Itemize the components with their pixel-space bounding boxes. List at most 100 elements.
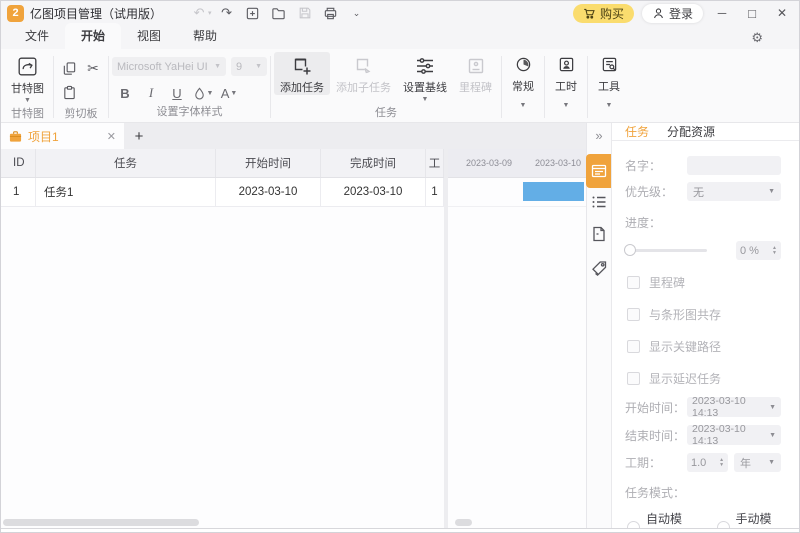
underline-button[interactable]: U [166,84,188,102]
tools-button[interactable]: 工具 ▼ [591,52,627,122]
login-label: 登录 [669,5,693,22]
ribbon-separator [270,56,271,118]
add-task-button[interactable]: 添加任务 [274,52,330,95]
copy-icon [62,61,77,76]
customize-toolbar-button[interactable]: ⌄ [346,4,368,22]
coexist-checkbox[interactable] [627,308,640,321]
critical-path-checkbox[interactable] [627,340,640,353]
italic-button[interactable]: I [140,84,162,102]
delayed-task-checkbox-row: 显示延迟任务 [625,370,781,387]
header-task[interactable]: 任务 [36,149,216,177]
header-id[interactable]: ID [1,149,36,177]
gantt-date-1: 2023-03-09 [448,149,517,177]
minimize-button[interactable]: ─ [711,6,733,20]
cell-finish[interactable]: 2023-03-10 [321,178,426,206]
duration-stepper[interactable]: 1.0 ▲▼ [687,453,728,472]
gantt-task-bar[interactable] [523,182,584,201]
priority-select[interactable]: 无 ▼ [687,182,781,201]
side-icon-strip: » [586,123,611,533]
gantt-chart-button[interactable]: 甘特图 ▼ [5,52,50,104]
cell-task[interactable]: 任务1 [36,178,216,206]
cell-id[interactable]: 1 [1,178,36,206]
work-hours-button[interactable]: 工时 ▼ [548,52,584,122]
tab-task[interactable]: 任务 [625,123,649,140]
priority-caret-icon: ▼ [768,188,775,195]
font-color-button[interactable]: A ▼ [218,84,240,102]
buy-button[interactable]: 购买 [573,4,634,23]
table-row[interactable]: 1 任务1 2023-03-10 2023-03-10 1 [1,178,444,207]
duration-value: 1.0 [691,457,706,469]
quick-access-toolbar: ↶▾ ↷ ⌄ [188,4,368,22]
document-tab[interactable]: 项目1 ✕ [1,123,124,149]
menu-file[interactable]: 文件 [9,23,65,49]
cut-button[interactable]: ✂ [82,58,104,78]
redo-button[interactable]: ↷ [216,4,238,22]
header-start[interactable]: 开始时间 [216,149,321,177]
delayed-task-checkbox[interactable] [627,372,640,385]
work-hours-icon [558,56,575,73]
start-time-caret-icon: ▼ [769,404,776,411]
bold-button[interactable]: B [114,84,136,102]
set-baseline-button[interactable]: 设置基线 ▼ [397,52,453,103]
save-icon [298,6,312,20]
add-subtask-label: 添加子任务 [336,79,391,95]
progress-slider-thumb[interactable] [624,244,636,256]
table-horizontal-scrollbar[interactable] [3,519,199,526]
paste-button[interactable] [58,82,80,102]
critical-path-checkbox-row: 显示关键路径 [625,338,781,355]
menu-home[interactable]: 开始 [65,23,121,49]
settings-gear-icon[interactable]: ⚙ [751,30,763,46]
cell-duration[interactable]: 1 [426,178,444,206]
end-time-select[interactable]: 2023-03-10 14:13 ▼ [687,425,781,445]
milestone-checkbox-row: 里程碑 [625,274,781,291]
tab-assign-resources[interactable]: 分配资源 [667,123,715,140]
properties-tabs: 任务 分配资源 [612,123,799,141]
header-duration[interactable]: 工 [426,149,444,177]
progress-slider[interactable] [629,249,707,252]
progress-spinner-icons[interactable]: ▲▼ [772,246,777,255]
menu-view[interactable]: 视图 [121,23,177,49]
print-button[interactable] [320,4,342,22]
general-button[interactable]: 常规 ▼ [505,52,541,122]
gantt-group-label: 甘特图 [5,104,50,124]
duration-unit-select[interactable]: 年 ▼ [734,453,781,472]
name-input[interactable] [687,156,781,175]
collapse-panel-button[interactable]: » [587,128,611,143]
copy-button[interactable] [58,58,80,78]
progress-stepper[interactable]: 0 % ▲▼ [736,241,781,260]
gantt-horizontal-scrollbar[interactable] [455,519,472,526]
open-file-button[interactable] [268,4,290,22]
person-icon [652,7,665,20]
font-family-select[interactable]: Microsoft YaHei UI ▼ [112,57,226,76]
font-size-select[interactable]: 9 ▼ [231,57,267,76]
duration-spinner-icons[interactable]: ▲▼ [719,458,724,467]
notes-panel-button[interactable] [587,226,611,242]
maximize-button[interactable]: □ [741,6,763,21]
undo-caret-icon: ▾ [208,9,212,17]
outline-panel-button[interactable] [587,194,611,210]
new-document-button[interactable] [242,4,264,22]
fill-color-button[interactable]: ▼ [192,84,214,102]
start-time-select[interactable]: 2023-03-10 14:13 ▼ [687,397,781,417]
title-bar: 2 亿图项目管理（试用版） ↶▾ ↷ ⌄ 购买 [1,1,799,25]
tab-close-icon[interactable]: ✕ [107,130,116,143]
clipboard-icon [62,85,77,100]
new-tab-button[interactable]: + [124,123,154,149]
add-subtask-button[interactable]: 添加子任务 [330,52,397,95]
undo-button[interactable]: ↶▾ [188,4,212,22]
milestone-button[interactable]: 里程碑 [453,52,498,95]
start-time-value: 2023-03-10 14:13 [692,395,769,419]
close-button[interactable]: ✕ [771,6,793,20]
milestone-label: 里程碑 [459,79,492,95]
tag-panel-button[interactable] [587,260,611,277]
login-button[interactable]: 登录 [642,4,703,23]
save-button[interactable] [294,4,316,22]
task-panel-button[interactable] [586,154,611,188]
priority-label: 优先级： [625,183,687,200]
menu-help[interactable]: 帮助 [177,23,233,49]
milestone-checkbox[interactable] [627,276,640,289]
cell-start[interactable]: 2023-03-10 [216,178,321,206]
tag-icon [591,260,608,277]
header-finish[interactable]: 完成时间 [321,149,426,177]
menu-bar: 文件 开始 视图 帮助 ⚙ [1,25,799,49]
